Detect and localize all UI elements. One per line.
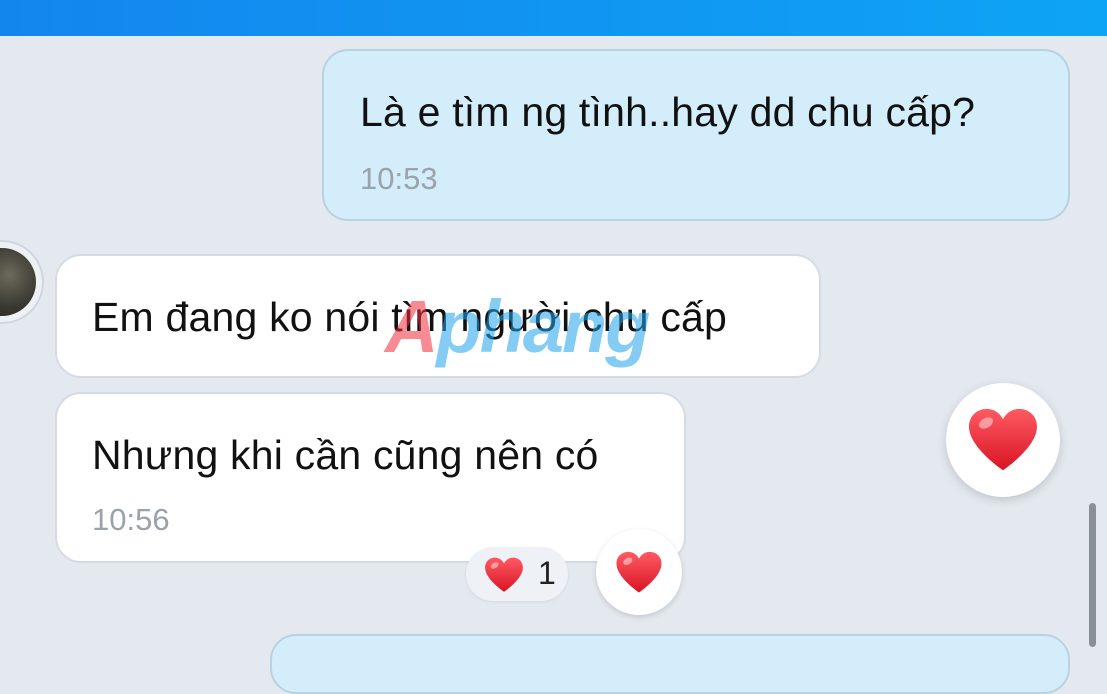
message-text: Là e tìm ng tình..hay dd chu cấp?	[360, 89, 976, 135]
reaction-count: 1	[538, 555, 556, 591]
scrollbar[interactable]	[1089, 503, 1096, 647]
incoming-message-bubble[interactable]: Em đang ko nói tìm người chu cấp	[55, 254, 821, 378]
chat-header-bar	[0, 0, 1107, 36]
incoming-message-bubble[interactable]: Nhưng khi cần cũng nên có 10:56	[55, 392, 686, 563]
avatar-image	[0, 248, 36, 316]
outgoing-message-bubble[interactable]: Là e tìm ng tình..hay dd chu cấp? 10:53	[322, 49, 1070, 221]
heart-icon	[483, 556, 525, 594]
quick-heart-reaction-button[interactable]	[946, 383, 1060, 497]
message-text: Em đang ko nói tìm người chu cấp	[92, 294, 728, 340]
message-time: 10:56	[92, 502, 170, 537]
reaction-summary[interactable]: 1	[466, 547, 568, 601]
react-button[interactable]	[596, 529, 682, 615]
contact-avatar[interactable]	[0, 240, 44, 324]
outgoing-message-bubble-partial[interactable]	[270, 634, 1070, 694]
heart-icon	[614, 550, 664, 595]
message-time: 10:53	[360, 161, 438, 196]
heart-icon	[965, 406, 1041, 474]
message-text: Nhưng khi cần cũng nên có	[92, 432, 599, 478]
